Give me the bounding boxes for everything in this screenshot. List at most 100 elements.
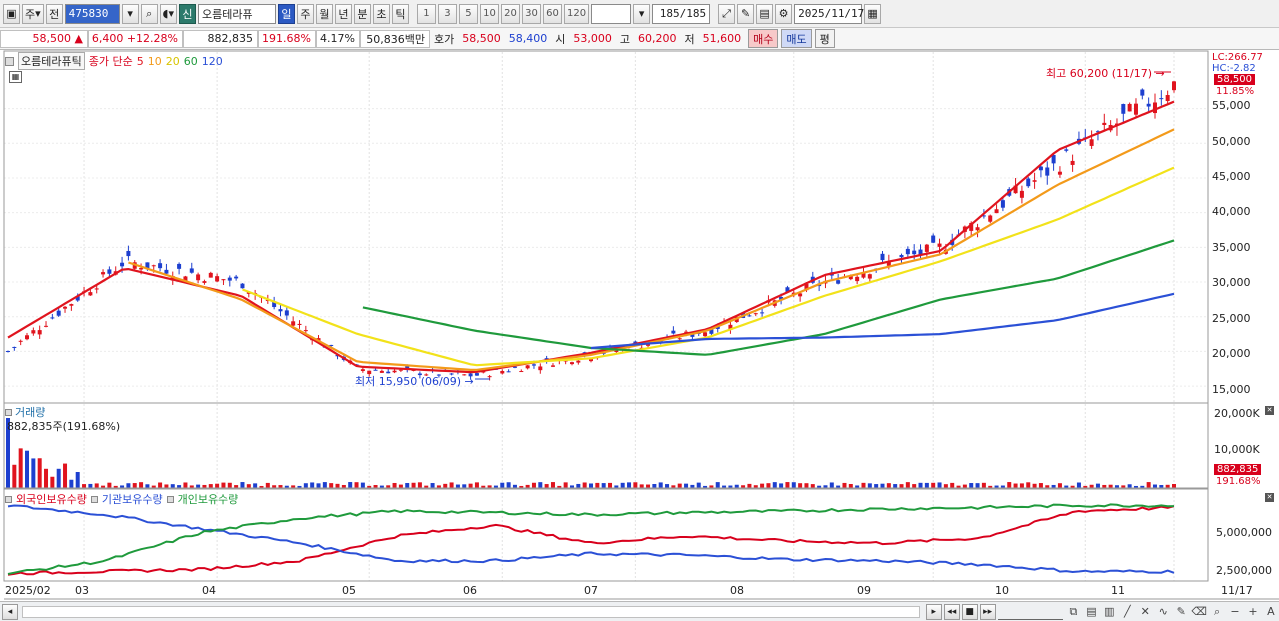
interval-10[interactable]: 10 bbox=[479, 3, 499, 24]
code-dropdown-icon[interactable]: ▾ bbox=[121, 3, 139, 24]
candle-body bbox=[506, 371, 511, 373]
trend-line-icon[interactable]: ╱ bbox=[1119, 604, 1135, 620]
candle-body bbox=[550, 365, 555, 367]
draw-tool-icon[interactable]: ✎ bbox=[737, 3, 755, 24]
volume-bar bbox=[411, 482, 416, 488]
bid-price: 58,400 bbox=[508, 32, 548, 45]
volume-bar bbox=[183, 482, 188, 488]
wave-icon[interactable]: ∿ bbox=[1155, 604, 1171, 620]
search-icon[interactable]: ⌕ bbox=[140, 3, 158, 24]
speed-slider[interactable] bbox=[997, 604, 1064, 620]
zoom-in-icon[interactable]: + bbox=[1245, 604, 1261, 620]
candle-body bbox=[525, 365, 530, 369]
volume-bar bbox=[766, 483, 771, 488]
current-pct-tag: 11.85% bbox=[1216, 86, 1255, 97]
candle-body bbox=[88, 292, 93, 296]
rewind-icon[interactable]: ◂◂ bbox=[943, 603, 960, 620]
compare-icon[interactable]: ▤ bbox=[1083, 604, 1099, 620]
holding-toggle-icon-3[interactable] bbox=[166, 495, 174, 503]
count-input[interactable]: 185/185 bbox=[652, 3, 711, 24]
holding-line-1 bbox=[7, 504, 1175, 574]
candle-body bbox=[1026, 178, 1031, 187]
volume-bar bbox=[791, 482, 796, 488]
period-month[interactable]: 월 bbox=[315, 3, 333, 24]
market-select[interactable]: 주 ▾ bbox=[22, 3, 44, 24]
magnify-icon[interactable]: ⌕ bbox=[1209, 604, 1225, 620]
stop-icon[interactable]: ■ bbox=[961, 603, 978, 620]
volume-bar bbox=[601, 483, 606, 488]
stock-name-field[interactable]: 오름테라퓨 bbox=[197, 3, 276, 24]
buy-button[interactable]: 매수 bbox=[748, 29, 779, 48]
interval-20[interactable]: 20 bbox=[500, 3, 520, 24]
ma-line-20 bbox=[242, 166, 1175, 367]
volume-panel-border bbox=[3, 402, 1209, 489]
prev-button[interactable]: 전 bbox=[45, 3, 63, 24]
candle-body bbox=[303, 330, 308, 332]
interval-60[interactable]: 60 bbox=[542, 3, 562, 24]
holding-toggle-icon-2[interactable] bbox=[90, 495, 98, 503]
volume-close-icon[interactable]: ✕ bbox=[1265, 406, 1274, 415]
period-week[interactable]: 주 bbox=[296, 3, 314, 24]
holding-close-icon[interactable]: ✕ bbox=[1265, 493, 1274, 502]
cross-icon[interactable]: ✕ bbox=[1137, 604, 1153, 620]
candle-body bbox=[576, 360, 581, 363]
scroll-left-icon[interactable]: ◂ bbox=[2, 603, 18, 620]
gear-icon[interactable]: ⚙ bbox=[775, 3, 793, 24]
eval-button[interactable]: 평 bbox=[814, 29, 835, 48]
volume-bar bbox=[1057, 483, 1062, 488]
y-tick-20000: 20,000 bbox=[1212, 347, 1251, 360]
candle-body bbox=[31, 330, 36, 334]
date-input[interactable]: 2025/11/17 bbox=[794, 3, 864, 24]
play-icon[interactable]: ▸ bbox=[925, 603, 942, 620]
volume-toggle-icon[interactable] bbox=[5, 408, 12, 416]
candle-body bbox=[158, 263, 163, 269]
holding-layer bbox=[7, 503, 1175, 576]
period-year[interactable]: 년 bbox=[334, 3, 352, 24]
legend-toggle-icon[interactable] bbox=[5, 56, 14, 66]
calendar-icon[interactable]: ▦ bbox=[864, 3, 882, 24]
fast-forward-icon[interactable]: ▸▸ bbox=[979, 603, 996, 620]
candle-body bbox=[234, 276, 239, 279]
grid-icon[interactable]: ▦ bbox=[9, 71, 22, 83]
zoom-out-icon[interactable]: − bbox=[1227, 604, 1243, 620]
interval-5[interactable]: 5 bbox=[458, 3, 478, 24]
candle-body bbox=[500, 371, 505, 374]
interval-dropdown-icon[interactable]: ▾ bbox=[633, 3, 651, 24]
indicator-icon[interactable]: ▥ bbox=[1101, 604, 1117, 620]
interval-3[interactable]: 3 bbox=[437, 3, 457, 24]
save-icon[interactable]: ▤ bbox=[756, 3, 774, 24]
volume-bar bbox=[474, 482, 479, 488]
period-second[interactable]: 초 bbox=[372, 3, 390, 24]
candle-body bbox=[221, 279, 226, 281]
chart-area[interactable]: 오름테라퓨틱 종가 단순 5 10 20 60 120 ▦ LC:266.77 … bbox=[0, 50, 1279, 601]
volume-bar bbox=[943, 484, 948, 488]
holding-toggle-icon[interactable] bbox=[5, 495, 12, 503]
period-minute[interactable]: 분 bbox=[353, 3, 371, 24]
eraser-icon[interactable]: ⌫ bbox=[1191, 604, 1207, 620]
candle-body bbox=[1127, 103, 1132, 112]
sell-button[interactable]: 매도 bbox=[781, 29, 812, 48]
zoom-icon[interactable]: ⤢ bbox=[718, 3, 736, 24]
volume-bar bbox=[221, 482, 226, 488]
candle-body bbox=[291, 321, 296, 326]
candle-layer bbox=[6, 81, 1176, 381]
market-label: 주 bbox=[25, 7, 36, 21]
sound-icon[interactable]: ◖▾ bbox=[159, 3, 177, 24]
candle-body bbox=[164, 269, 169, 274]
period-day[interactable]: 일 bbox=[277, 3, 295, 24]
candle-body bbox=[6, 351, 10, 353]
interval-custom-input[interactable] bbox=[591, 3, 632, 24]
scroll-track[interactable] bbox=[21, 605, 920, 618]
font-size-icon[interactable]: A bbox=[1263, 604, 1279, 620]
period-tick[interactable]: 틱 bbox=[391, 3, 409, 24]
interval-30[interactable]: 30 bbox=[521, 3, 541, 24]
draw-icon[interactable]: ✎ bbox=[1173, 604, 1189, 620]
chart-menu-icon[interactable]: ▣ bbox=[3, 3, 20, 24]
interval-120[interactable]: 120 bbox=[563, 3, 590, 24]
volume-bar bbox=[1038, 483, 1043, 488]
stock-code-input[interactable]: 475830 bbox=[64, 3, 120, 24]
volume-bar bbox=[772, 482, 777, 488]
interval-1[interactable]: 1 bbox=[416, 3, 436, 24]
volume-bar bbox=[1076, 482, 1081, 488]
chart-type-icon[interactable]: ⧉ bbox=[1065, 604, 1081, 620]
